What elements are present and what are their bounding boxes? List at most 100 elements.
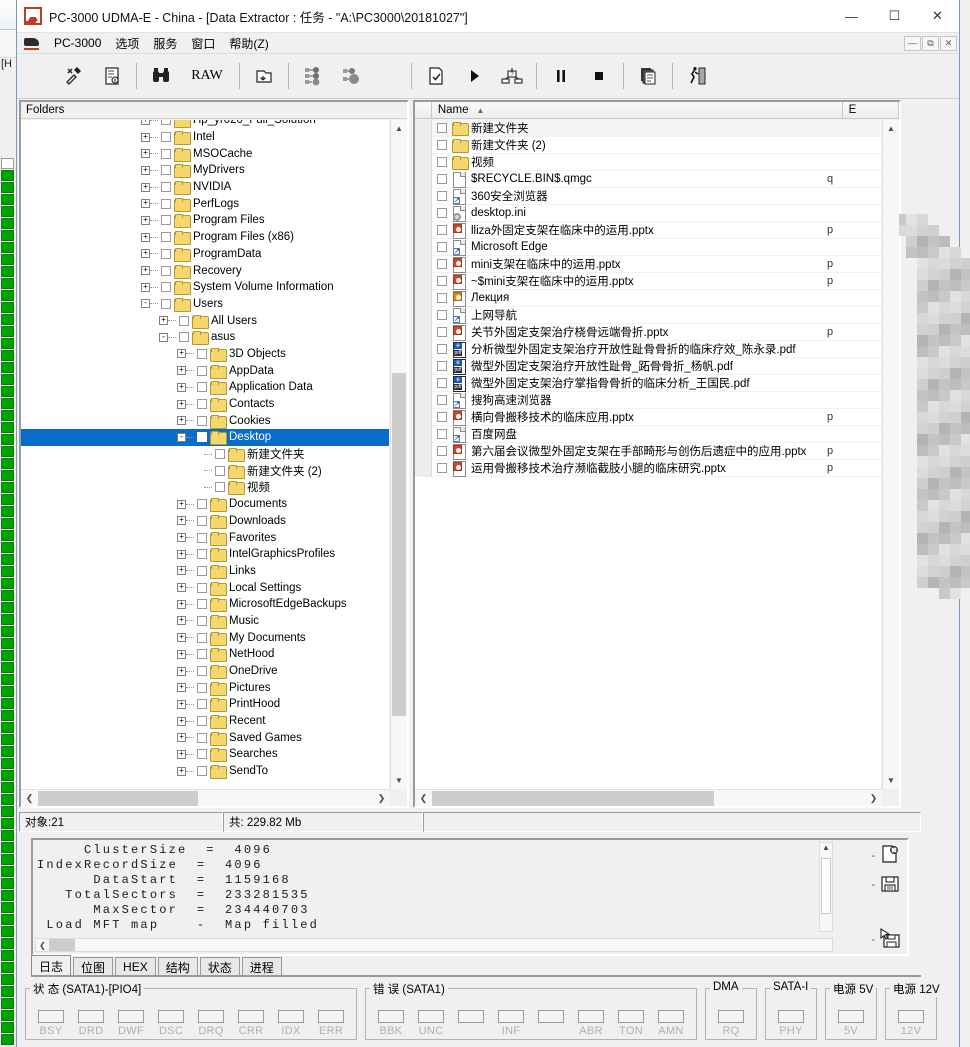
row-checkbox[interactable] (437, 361, 447, 371)
tree-node[interactable]: + NVIDIA (21, 179, 389, 196)
tree-scroll-down-icon[interactable]: ▼ (391, 772, 407, 789)
tree-expand-icon[interactable]: + (177, 616, 186, 626)
list-scroll-right-icon[interactable]: ❯ (865, 793, 882, 804)
column-header-name[interactable]: Name ▲ (431, 102, 843, 118)
tree-node[interactable]: + Application Data (21, 379, 389, 396)
tree-node-checkbox[interactable] (197, 766, 207, 777)
tree-node[interactable]: + MicrosoftEdgeBackups (21, 596, 389, 613)
table-row[interactable]: 上网导航 (415, 306, 881, 324)
row-checkbox[interactable] (437, 412, 447, 422)
tree-expand-icon[interactable]: + (159, 316, 168, 326)
table-row[interactable]: ~$mini支架在临床中的运用.pptx p (415, 272, 881, 290)
tree-node-checkbox[interactable] (215, 482, 225, 493)
row-checkbox[interactable] (437, 446, 447, 456)
tree-node-checkbox[interactable] (197, 365, 207, 376)
tree-node[interactable]: + Program Files (x86) (21, 229, 389, 246)
tree-expand-icon[interactable]: + (141, 132, 150, 142)
table-row[interactable]: 关节外固定支架治疗桡骨远端骨折.pptx p (415, 323, 881, 341)
tree-node-checkbox[interactable] (161, 215, 171, 226)
tree-node[interactable]: + Recovery (21, 262, 389, 279)
tree-expand-icon[interactable]: + (177, 499, 186, 509)
tree-expand-icon[interactable]: + (177, 599, 186, 609)
tree-node[interactable]: + SendTo (21, 763, 389, 780)
tree-node-checkbox[interactable] (197, 699, 207, 710)
file-list-rows[interactable]: 新建文件夹新建文件夹 (2) 视频 $RECYCLE.BIN$.qmgc q 360安全… (415, 120, 881, 792)
tree-scroll-thumb[interactable] (392, 373, 406, 716)
tree-node-checkbox[interactable] (197, 649, 207, 660)
tree-hscroll-thumb[interactable] (38, 790, 198, 806)
tree-node[interactable]: + PrintHood (21, 696, 389, 713)
tree-node-checkbox[interactable] (161, 248, 171, 259)
tree-expand-icon[interactable]: + (177, 583, 186, 593)
tree-node-checkbox[interactable] (161, 182, 171, 193)
list-scroll-down-icon[interactable]: ▼ (883, 772, 899, 789)
maximize-button[interactable]: ☐ (873, 0, 916, 33)
tree-node-checkbox[interactable] (161, 265, 171, 276)
tree-expand-icon[interactable]: + (141, 266, 150, 276)
tree-expand-icon[interactable]: + (177, 366, 186, 376)
tree-node-checkbox[interactable] (197, 532, 207, 543)
tree-node-checkbox[interactable] (161, 132, 171, 143)
exit-button[interactable] (678, 59, 716, 93)
log-scroll-up-icon[interactable]: ▲ (820, 843, 832, 857)
log-export-button[interactable] (877, 842, 903, 866)
menu-item-service[interactable]: 服务 (146, 33, 184, 54)
list-vertical-scrollbar[interactable]: ▲ ▼ (882, 120, 899, 789)
log-horizontal-scrollbar[interactable]: ❮ (35, 938, 833, 952)
tree-node[interactable]: + ProgramData (21, 246, 389, 263)
row-checkbox[interactable] (437, 174, 447, 184)
tree-node-checkbox[interactable] (215, 449, 225, 460)
tree-expand-icon[interactable]: + (177, 766, 186, 776)
tree-expand-icon[interactable]: + (141, 249, 150, 259)
tree-expand-icon[interactable]: + (177, 382, 186, 392)
tab-进程[interactable]: 进程 (241, 957, 282, 976)
tree-node-checkbox[interactable] (197, 415, 207, 426)
tree-collapse-icon[interactable]: - (159, 332, 168, 342)
tree-node-checkbox[interactable] (161, 232, 171, 243)
tree-node[interactable]: + Music (21, 613, 389, 630)
table-row[interactable]: 百度网盘 (415, 425, 881, 443)
tree-node-checkbox[interactable] (161, 282, 171, 293)
tree-expand-icon[interactable]: + (177, 716, 186, 726)
tree-node-checkbox[interactable] (215, 465, 225, 476)
tree-node[interactable]: 视频 (21, 479, 389, 496)
tree-node[interactable]: + Favorites (21, 529, 389, 546)
tree-expand-icon[interactable]: + (177, 733, 186, 743)
close-button[interactable]: ✕ (916, 0, 959, 33)
row-checkbox[interactable] (437, 276, 447, 286)
table-row[interactable]: 新建文件夹 (415, 120, 881, 137)
menu-item-help[interactable]: 帮助(Z) (222, 33, 275, 54)
menu-item-pc3000[interactable]: PC-3000 (47, 34, 108, 52)
row-checkbox[interactable] (437, 157, 447, 167)
table-row[interactable]: 新建文件夹 (2) (415, 136, 881, 154)
tree-node-checkbox[interactable] (197, 732, 207, 743)
menu-item-window[interactable]: 窗口 (184, 33, 222, 54)
mdi-restore-button[interactable]: ⧉ (922, 35, 939, 51)
start-button[interactable] (455, 59, 493, 93)
row-checkbox[interactable] (437, 242, 447, 252)
tree-node[interactable]: + Recent (21, 713, 389, 730)
table-row[interactable]: 搜狗高速浏览器 (415, 391, 881, 409)
tree-expand-icon[interactable]: + (141, 282, 150, 292)
tree-expand-icon[interactable]: + (141, 182, 150, 192)
tree-collapse-icon[interactable]: - (141, 299, 150, 309)
mdi-close-button[interactable]: ✕ (940, 35, 957, 51)
table-row[interactable]: 360安全浏览器 (415, 187, 881, 205)
tree-node-checkbox[interactable] (161, 148, 171, 159)
tree-expand-icon[interactable]: + (177, 566, 186, 576)
tree-node-checkbox[interactable] (197, 515, 207, 526)
list-scroll-up-icon[interactable]: ▲ (883, 120, 899, 137)
tree-expand-icon[interactable]: + (177, 549, 186, 559)
tree-scroll-up-icon[interactable]: ▲ (391, 120, 407, 137)
table-row[interactable]: $RECYCLE.BIN$.qmgc q (415, 170, 881, 188)
table-row[interactable]: e pdf 微型外固定支架治疗开放性趾骨_跖骨骨折_杨帆.pdf (415, 357, 881, 375)
tree-node-checkbox[interactable] (197, 666, 207, 677)
tab-位图[interactable]: 位图 (73, 957, 114, 976)
tree-node-checkbox[interactable] (179, 332, 189, 343)
tree-hscroll-track[interactable] (38, 790, 373, 806)
tree-expand-icon[interactable]: + (177, 699, 186, 709)
menu-item-options[interactable]: 选项 (108, 33, 146, 54)
tab-结构[interactable]: 结构 (157, 957, 198, 976)
mdi-minimize-button[interactable]: — (904, 35, 921, 51)
list-horizontal-scrollbar[interactable]: ❮ ❯ (415, 789, 882, 806)
